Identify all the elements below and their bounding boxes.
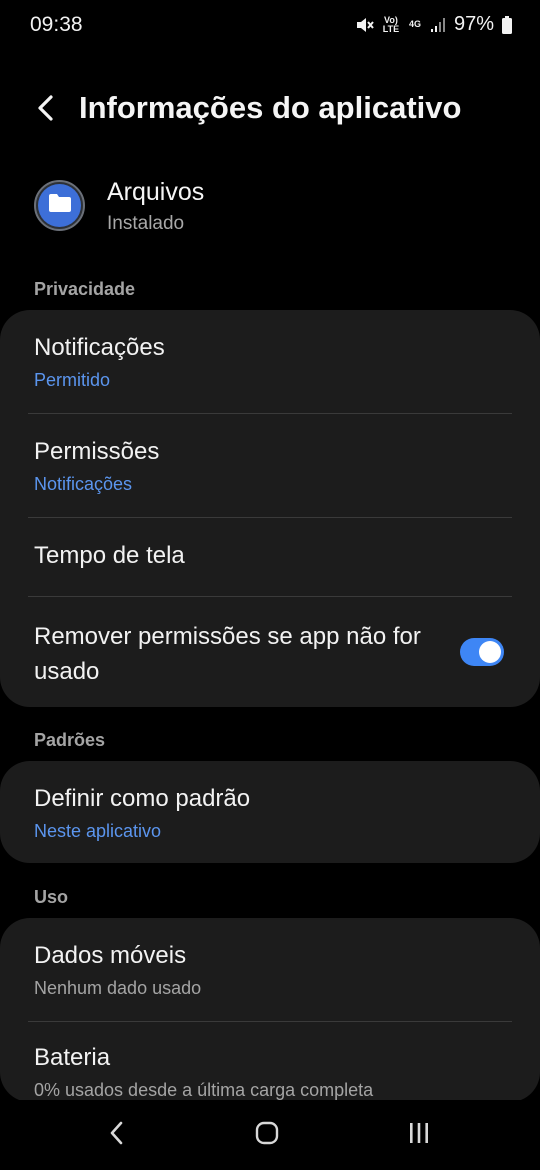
- nav-recents-button[interactable]: [399, 1120, 439, 1150]
- item-title: Bateria: [34, 1044, 111, 1071]
- 4g-icon: 4G: [408, 19, 421, 29]
- item-title: Tempo de tela: [34, 542, 185, 569]
- privacy-card: Notificações Permitido Permissões Notifi…: [0, 310, 540, 707]
- list-item-remove-permissions[interactable]: Remover permissões se app não for usado: [0, 597, 540, 707]
- remove-permissions-toggle[interactable]: [460, 638, 504, 666]
- item-subtitle: Nenhum dado usado: [34, 978, 202, 998]
- usage-card: Dados móveis Nenhum dado usado Bateria 0…: [0, 918, 540, 1102]
- back-button[interactable]: [26, 90, 66, 130]
- app-summary: Arquivos Instalado: [0, 176, 540, 252]
- list-item-screen-time[interactable]: Tempo de tela: [0, 518, 540, 597]
- toggle-knob: [479, 641, 501, 663]
- back-nav-icon: [109, 1121, 125, 1150]
- section-label-privacy: Privacidade: [34, 279, 136, 299]
- list-item-set-as-default[interactable]: Definir como padrão Neste aplicativo: [0, 761, 540, 863]
- chevron-left-icon: [35, 94, 57, 127]
- recents-nav-icon: [407, 1122, 431, 1149]
- list-item-permissions[interactable]: Permissões Notificações: [0, 414, 540, 518]
- battery-percent: 97%: [453, 13, 494, 35]
- item-title: Definir como padrão: [34, 785, 251, 812]
- status-icons: Vo) LTE 4G 97%: [354, 13, 512, 36]
- item-title: Remover permissões se app não for usado: [34, 623, 421, 685]
- item-title: Notificações: [34, 334, 165, 361]
- signal-icon: [430, 17, 446, 33]
- item-subtitle: Neste aplicativo: [34, 821, 162, 841]
- battery-icon: [502, 15, 512, 34]
- section-label-usage: Uso: [34, 887, 69, 907]
- list-item-battery[interactable]: Bateria 0% usados desde a última carga c…: [0, 1022, 540, 1102]
- home-nav-icon: [255, 1121, 279, 1150]
- list-item-mobile-data[interactable]: Dados móveis Nenhum dado usado: [0, 918, 540, 1022]
- app-header: Informações do aplicativo: [0, 80, 540, 140]
- section-label-defaults: Padrões: [34, 730, 106, 750]
- status-time: 09:38: [30, 13, 83, 36]
- app-status: Instalado: [107, 213, 185, 234]
- status-bar: 09:38 Vo) LTE 4G 97%: [0, 0, 540, 52]
- mute-icon: [354, 15, 374, 35]
- page-title: Informações do aplicativo: [79, 90, 462, 125]
- item-title: Permissões: [34, 438, 160, 465]
- list-item-notifications[interactable]: Notificações Permitido: [0, 310, 540, 414]
- nav-back-button[interactable]: [97, 1120, 137, 1150]
- volte-icon: Vo) LTE: [382, 14, 400, 34]
- screen: 09:38 Vo) LTE 4G 97% Informações do apli…: [0, 0, 540, 1170]
- app-name: Arquivos: [107, 178, 205, 206]
- nav-home-button[interactable]: [247, 1120, 287, 1150]
- defaults-card: Definir como padrão Neste aplicativo: [0, 761, 540, 863]
- item-subtitle: Notificações: [34, 474, 133, 494]
- navigation-bar: [0, 1100, 540, 1170]
- folder-icon: [48, 193, 72, 218]
- app-icon: [34, 180, 85, 231]
- item-title: Dados móveis: [34, 942, 187, 969]
- item-subtitle: 0% usados desde a última carga completa: [34, 1080, 374, 1100]
- item-subtitle: Permitido: [34, 370, 111, 390]
